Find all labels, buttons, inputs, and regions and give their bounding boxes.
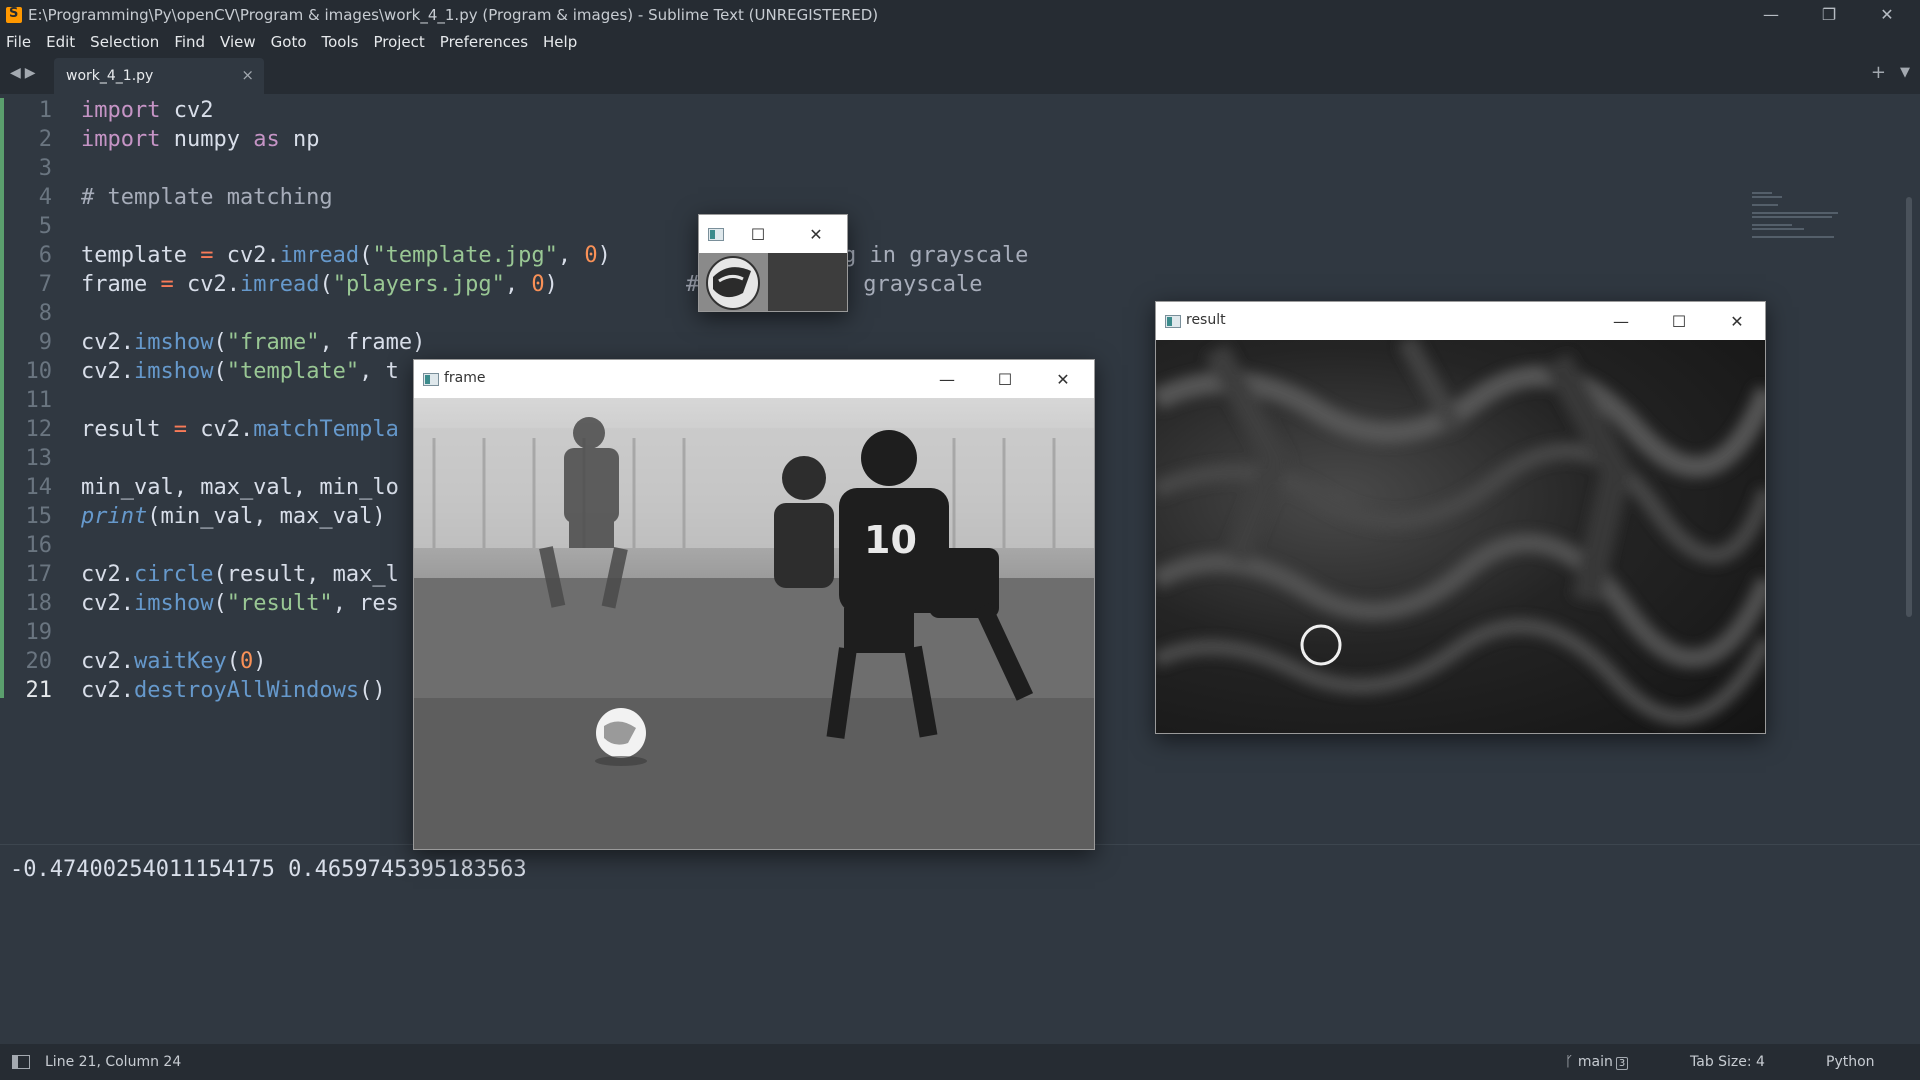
- code-line: 3: [0, 156, 1400, 185]
- new-tab-icon[interactable]: +: [1871, 62, 1886, 83]
- opencv-window-icon: [423, 373, 439, 386]
- line-number: 11: [25, 388, 53, 413]
- maximize-button[interactable]: ❐: [1800, 0, 1858, 29]
- line-number: 8: [38, 301, 52, 326]
- minimap[interactable]: [1752, 192, 1842, 252]
- line-number: 1: [38, 98, 52, 123]
- editor-scrollbar[interactable]: [1906, 197, 1912, 617]
- frame-image: 10: [414, 398, 1094, 849]
- code-line: 1 import cv2: [0, 98, 1400, 127]
- line-number: 20: [25, 649, 53, 674]
- close-button[interactable]: ✕: [1034, 360, 1092, 398]
- line-number: 7: [38, 272, 52, 297]
- title-bar: E:\Programming\Py\openCV\Program & image…: [0, 0, 1920, 29]
- menu-project[interactable]: Project: [373, 33, 424, 51]
- git-branch[interactable]: ᚴ main 3: [1565, 1054, 1629, 1070]
- menu-file[interactable]: File: [6, 33, 31, 51]
- maximize-button[interactable]: ☐: [729, 215, 787, 253]
- tab-list-dropdown-icon[interactable]: ▼: [1900, 65, 1910, 80]
- tab-size[interactable]: Tab Size: 4: [1690, 1054, 1765, 1070]
- line-number: 5: [38, 214, 52, 239]
- line-number: 9: [38, 330, 52, 355]
- line-number: 2: [38, 127, 52, 152]
- output-text: -0.47400254011154175 0.4659745395183563: [10, 857, 527, 882]
- menu-view[interactable]: View: [220, 33, 256, 51]
- menu-goto[interactable]: Goto: [271, 33, 307, 51]
- opencv-window-icon: [1165, 315, 1181, 328]
- maximize-button[interactable]: ☐: [976, 360, 1034, 398]
- result-image: [1156, 340, 1765, 733]
- window-title: result: [1186, 312, 1226, 328]
- line-number: 3: [38, 156, 52, 181]
- maximize-button[interactable]: ☐: [1650, 302, 1708, 340]
- sublime-text-icon: [6, 6, 22, 23]
- line-number: 15: [25, 504, 53, 529]
- window-titlebar[interactable]: ☐ ✕: [699, 215, 847, 253]
- line-number: 18: [25, 591, 53, 616]
- menu-preferences[interactable]: Preferences: [440, 33, 528, 51]
- tab-nav-arrows-icon[interactable]: ◀▶: [10, 65, 40, 81]
- jersey-number: 10: [864, 518, 917, 562]
- template-window[interactable]: ☐ ✕: [698, 214, 848, 312]
- status-bar: Line 21, Column 24 ᚴ main 3 Tab Size: 4 P…: [0, 1044, 1920, 1080]
- tab-bar: ◀▶ work_4_1.py × + ▼: [0, 54, 1920, 94]
- minimize-button[interactable]: —: [918, 360, 976, 398]
- line-number: 10: [25, 359, 53, 384]
- code-line: 4 # template matching: [0, 185, 1400, 214]
- opencv-window-icon: [708, 228, 724, 241]
- git-branch-icon: ᚴ: [1565, 1054, 1578, 1070]
- close-button[interactable]: ✕: [1858, 0, 1916, 29]
- line-number: 17: [25, 562, 53, 587]
- close-button[interactable]: ✕: [787, 215, 845, 253]
- tab-close-icon[interactable]: ×: [241, 66, 254, 84]
- match-circle: [1300, 624, 1342, 666]
- code-line: 2 import numpy as np: [0, 127, 1400, 156]
- cursor-position[interactable]: Line 21, Column 24: [45, 1054, 181, 1070]
- line-number: 16: [25, 533, 53, 558]
- tab-work-4-1[interactable]: work_4_1.py ×: [54, 58, 264, 94]
- menu-find[interactable]: Find: [174, 33, 205, 51]
- line-number: 12: [25, 417, 53, 442]
- minimize-button[interactable]: —: [1592, 302, 1650, 340]
- menu-selection[interactable]: Selection: [90, 33, 159, 51]
- branch-name: main: [1577, 1054, 1613, 1070]
- line-number: 4: [38, 185, 52, 210]
- line-number: 13: [25, 446, 53, 471]
- line-number: 19: [25, 620, 53, 645]
- template-patch: [699, 253, 768, 311]
- menu-help[interactable]: Help: [543, 33, 577, 51]
- result-window[interactable]: result — ☐ ✕: [1155, 301, 1766, 734]
- window-title: frame: [444, 370, 486, 386]
- close-button[interactable]: ✕: [1708, 302, 1766, 340]
- window-titlebar[interactable]: frame — ☐ ✕: [414, 360, 1094, 398]
- side-panel-icon[interactable]: [12, 1055, 30, 1069]
- template-image: [699, 253, 847, 311]
- line-number: 6: [38, 243, 52, 268]
- branch-count-badge: 3: [1615, 1057, 1629, 1070]
- window-titlebar[interactable]: result — ☐ ✕: [1156, 302, 1765, 340]
- menu-bar: File Edit Selection Find View Goto Tools…: [0, 29, 1920, 54]
- tab-label: work_4_1.py: [66, 68, 154, 84]
- line-number: 14: [25, 475, 53, 500]
- window-title: E:\Programming\Py\openCV\Program & image…: [28, 5, 879, 24]
- syntax-selector[interactable]: Python: [1826, 1054, 1875, 1070]
- build-output-panel[interactable]: -0.47400254011154175 0.4659745395183563: [0, 844, 1920, 1044]
- minimize-button[interactable]: —: [1742, 0, 1800, 29]
- menu-tools[interactable]: Tools: [322, 33, 359, 51]
- frame-window[interactable]: frame — ☐ ✕ 10: [413, 359, 1095, 850]
- line-number: 21: [25, 678, 53, 703]
- menu-edit[interactable]: Edit: [46, 33, 75, 51]
